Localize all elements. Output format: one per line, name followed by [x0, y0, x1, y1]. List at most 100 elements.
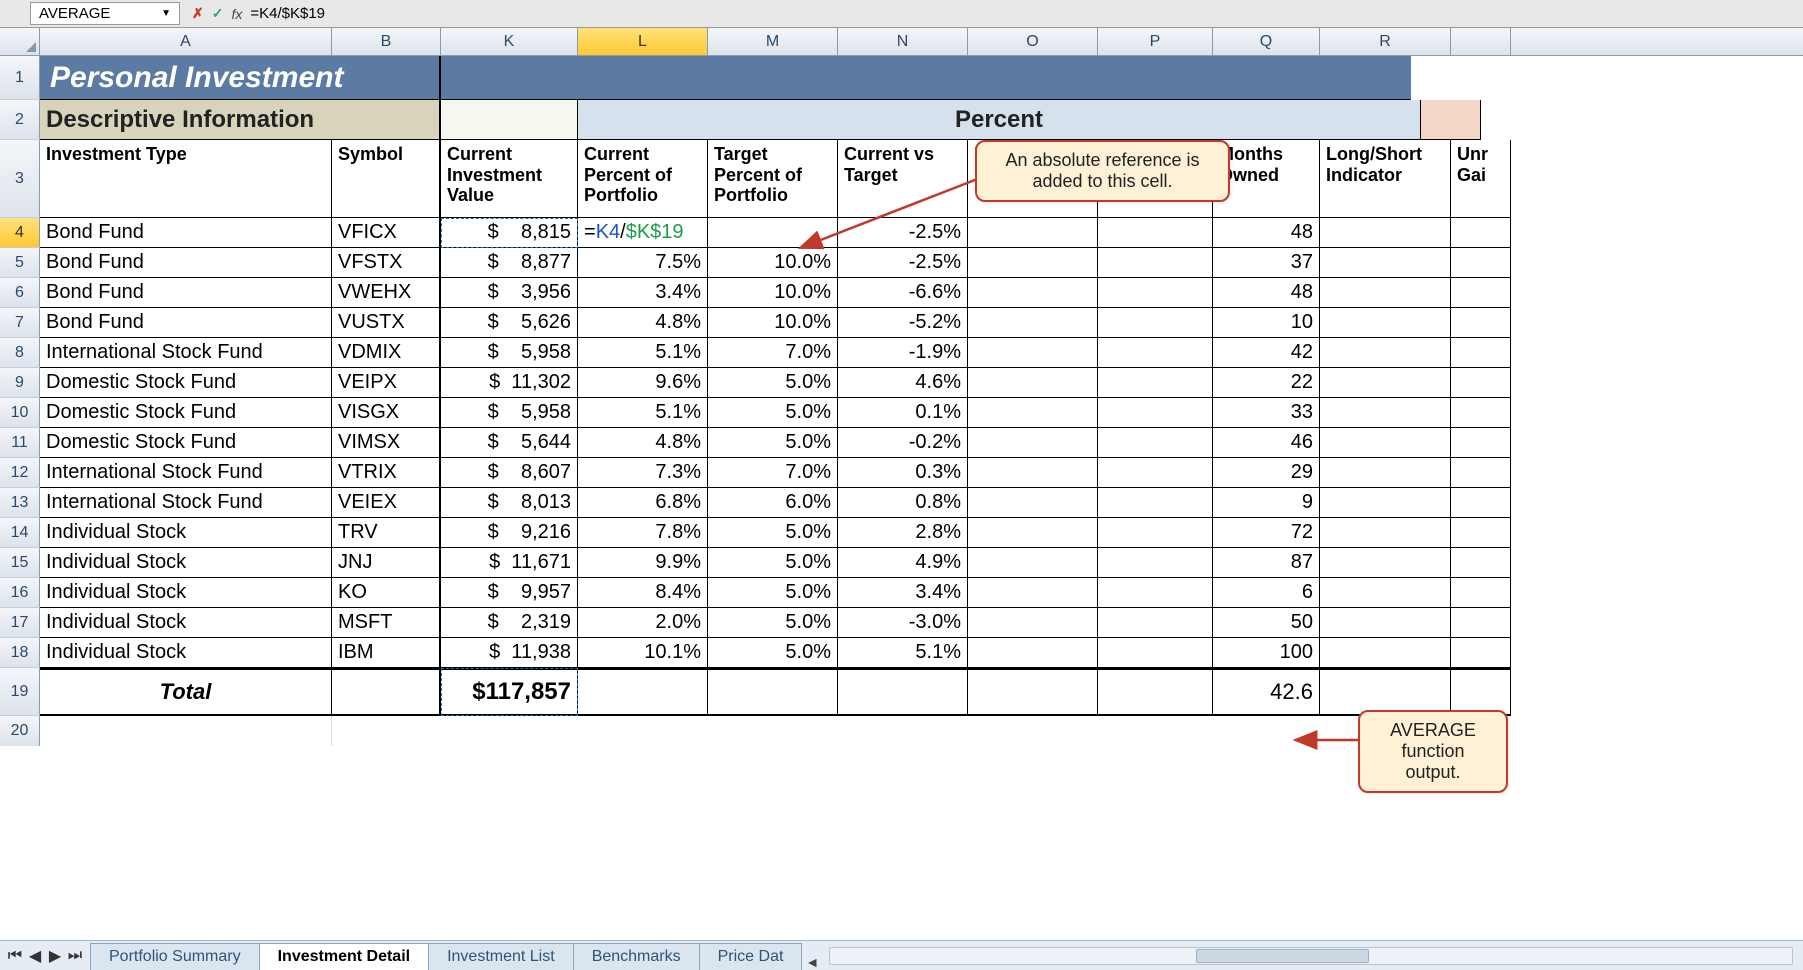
total-P[interactable]: [1098, 668, 1213, 716]
cell-L9[interactable]: 9.6%: [578, 368, 708, 398]
total-S[interactable]: [1451, 668, 1511, 716]
row-header-8[interactable]: 8: [0, 338, 40, 368]
cell-A17[interactable]: Individual Stock: [40, 608, 332, 638]
cell-L14[interactable]: 7.8%: [578, 518, 708, 548]
cell-M12[interactable]: 7.0%: [708, 458, 838, 488]
row-header-19[interactable]: 19: [0, 668, 40, 716]
cell-M13[interactable]: 6.0%: [708, 488, 838, 518]
row-header-3[interactable]: 3: [0, 140, 40, 218]
cell-K18[interactable]: $ 11,938: [441, 638, 578, 668]
cell-M14[interactable]: 5.0%: [708, 518, 838, 548]
cell-N11[interactable]: -0.2%: [838, 428, 968, 458]
cell-O10[interactable]: [968, 398, 1098, 428]
cell-P12[interactable]: [1098, 458, 1213, 488]
cell-A11[interactable]: Domestic Stock Fund: [40, 428, 332, 458]
cell-R12[interactable]: [1320, 458, 1451, 488]
col-header-L[interactable]: L: [578, 28, 708, 55]
cell-S12[interactable]: [1451, 458, 1511, 488]
cell-Q14[interactable]: 72: [1213, 518, 1320, 548]
cell-B13[interactable]: VEIEX: [332, 488, 441, 518]
cell-B5[interactable]: VFSTX: [332, 248, 441, 278]
cancel-icon[interactable]: ✗: [192, 5, 204, 22]
row-header-12[interactable]: 12: [0, 458, 40, 488]
cell-B6[interactable]: VWEHX: [332, 278, 441, 308]
cell-P17[interactable]: [1098, 608, 1213, 638]
row-header-9[interactable]: 9: [0, 368, 40, 398]
cell-R6[interactable]: [1320, 278, 1451, 308]
cell-L6[interactable]: 3.4%: [578, 278, 708, 308]
cell-Q9[interactable]: 22: [1213, 368, 1320, 398]
cell-S8[interactable]: [1451, 338, 1511, 368]
cell-Q11[interactable]: 46: [1213, 428, 1320, 458]
cell-N17[interactable]: -3.0%: [838, 608, 968, 638]
tab-first-icon[interactable]: ⏮: [6, 947, 24, 965]
cell-R15[interactable]: [1320, 548, 1451, 578]
cell-R9[interactable]: [1320, 368, 1451, 398]
cell-P14[interactable]: [1098, 518, 1213, 548]
cell-N8[interactable]: -1.9%: [838, 338, 968, 368]
cell-O9[interactable]: [968, 368, 1098, 398]
horizontal-scrollbar[interactable]: [829, 947, 1793, 965]
cell-R5[interactable]: [1320, 248, 1451, 278]
cell-P9[interactable]: [1098, 368, 1213, 398]
cell-R4[interactable]: [1320, 218, 1451, 248]
cell-Q4[interactable]: 48: [1213, 218, 1320, 248]
cell-P4[interactable]: [1098, 218, 1213, 248]
cell-L8[interactable]: 5.1%: [578, 338, 708, 368]
header-unr-gain[interactable]: Unr Gai: [1451, 140, 1511, 218]
cell-B4[interactable]: VFICX: [332, 218, 441, 248]
cell-S5[interactable]: [1451, 248, 1511, 278]
total-months[interactable]: 42.6: [1213, 668, 1320, 716]
cell-B16[interactable]: KO: [332, 578, 441, 608]
row-header-14[interactable]: 14: [0, 518, 40, 548]
cell-L18[interactable]: 10.1%: [578, 638, 708, 668]
cell-O7[interactable]: [968, 308, 1098, 338]
tab-prev-icon[interactable]: ◀: [26, 947, 44, 965]
cell-R16[interactable]: [1320, 578, 1451, 608]
tab-next-icon[interactable]: ▶: [46, 947, 64, 965]
cell-S4[interactable]: [1451, 218, 1511, 248]
cell-S13[interactable]: [1451, 488, 1511, 518]
cell-S15[interactable]: [1451, 548, 1511, 578]
row-header-5[interactable]: 5: [0, 248, 40, 278]
row-header-6[interactable]: 6: [0, 278, 40, 308]
total-symbol[interactable]: [332, 668, 441, 716]
col-header-K[interactable]: K: [441, 28, 578, 55]
cell-A5[interactable]: Bond Fund: [40, 248, 332, 278]
total-value[interactable]: $117,857: [441, 668, 578, 716]
fx-icon[interactable]: fx: [231, 6, 242, 22]
tab-portfolio-summary[interactable]: Portfolio Summary: [90, 943, 260, 970]
cell-B18[interactable]: IBM: [332, 638, 441, 668]
tab-investment-list[interactable]: Investment List: [428, 943, 574, 970]
cell-L10[interactable]: 5.1%: [578, 398, 708, 428]
name-box[interactable]: AVERAGE ▼: [30, 2, 180, 25]
cell-P5[interactable]: [1098, 248, 1213, 278]
cell-S6[interactable]: [1451, 278, 1511, 308]
cell-N12[interactable]: 0.3%: [838, 458, 968, 488]
cell-K6[interactable]: $ 3,956: [441, 278, 578, 308]
cell-K2[interactable]: [441, 100, 578, 140]
cell-Q15[interactable]: 87: [1213, 548, 1320, 578]
cell-P10[interactable]: [1098, 398, 1213, 428]
cell-K7[interactable]: $ 5,626: [441, 308, 578, 338]
cell-O8[interactable]: [968, 338, 1098, 368]
cell-K8[interactable]: $ 5,958: [441, 338, 578, 368]
cell-K15[interactable]: $ 11,671: [441, 548, 578, 578]
name-box-dropdown-icon[interactable]: ▼: [161, 8, 171, 19]
cell-Q13[interactable]: 9: [1213, 488, 1320, 518]
cell-B17[interactable]: MSFT: [332, 608, 441, 638]
cell-K10[interactable]: $ 5,958: [441, 398, 578, 428]
row-header-7[interactable]: 7: [0, 308, 40, 338]
total-M[interactable]: [708, 668, 838, 716]
select-all-corner[interactable]: [0, 28, 40, 55]
cell-B15[interactable]: JNJ: [332, 548, 441, 578]
header-current-value[interactable]: Current Investment Value: [441, 140, 578, 218]
cell-S17[interactable]: [1451, 608, 1511, 638]
cell-A9[interactable]: Domestic Stock Fund: [40, 368, 332, 398]
cell-K17[interactable]: $ 2,319: [441, 608, 578, 638]
cell-K14[interactable]: $ 9,216: [441, 518, 578, 548]
cell-A13[interactable]: International Stock Fund: [40, 488, 332, 518]
cell-O13[interactable]: [968, 488, 1098, 518]
cell-L4-formula[interactable]: =K4/$K$19: [578, 218, 708, 248]
cell-R11[interactable]: [1320, 428, 1451, 458]
